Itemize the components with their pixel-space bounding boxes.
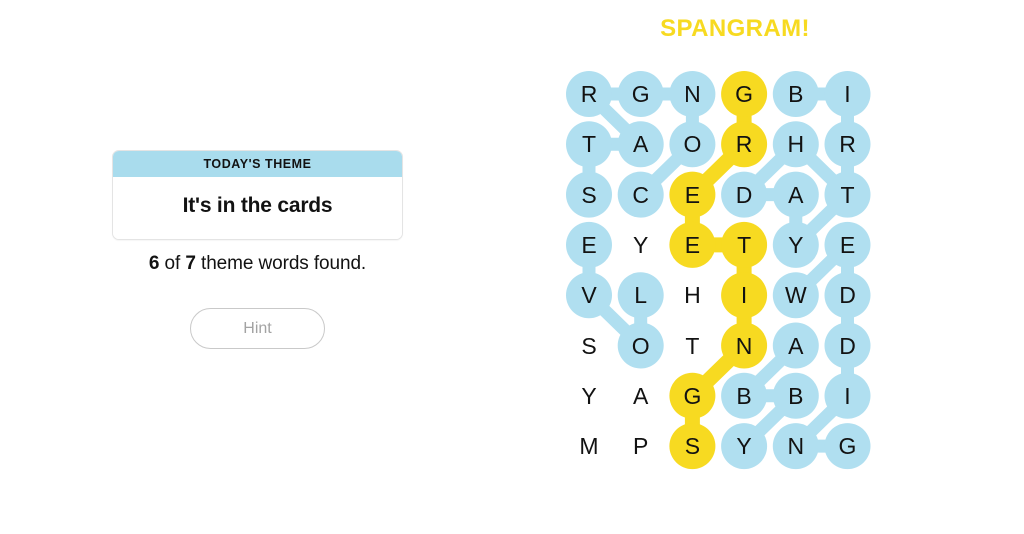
left-info-panel: TODAY'S THEME It's in the cards 6 of 7 t… [0,0,515,534]
grid-cell-r4-c1[interactable]: E [563,219,615,271]
grid-cell-r3-c5[interactable]: A [770,169,822,221]
grid-cell-r1-c2[interactable]: G [615,68,667,120]
grid-cell-r8-c2[interactable]: P [615,420,667,472]
theme-text: It's in the cards [182,194,333,217]
hint-button[interactable]: Hint [190,308,325,349]
grid-cell-r1-c6[interactable]: I [822,68,874,120]
grid-cell-r4-c4[interactable]: T [718,219,770,271]
grid-cell-r2-c3[interactable]: O [666,118,718,170]
letter-grid[interactable]: RGNGBITAORHRSCEDATEYETYEVLHIWDSOTNADYAGB… [559,60,879,475]
grid-cell-r1-c5[interactable]: B [770,68,822,120]
grid-cell-r6-c1[interactable]: S [563,320,615,372]
theme-words-progress: 6 of 7 theme words found. [112,253,403,275]
grid-cell-r6-c3[interactable]: T [666,320,718,372]
progress-connector: of [159,253,186,274]
progress-suffix: theme words found. [195,253,367,274]
grid-cell-r6-c4[interactable]: N [718,320,770,372]
grid-cell-r2-c1[interactable]: T [563,118,615,170]
grid-cell-r5-c2[interactable]: L [615,269,667,321]
theme-card-header-label: TODAY'S THEME [113,151,402,177]
grid-cell-r8-c4[interactable]: Y [718,420,770,472]
grid-cell-r8-c6[interactable]: G [822,420,874,472]
grid-cell-r2-c5[interactable]: H [770,118,822,170]
grid-cell-r5-c5[interactable]: W [770,269,822,321]
todays-theme-card: TODAY'S THEME It's in the cards [112,150,403,240]
grid-cell-r7-c3[interactable]: G [666,370,718,422]
grid-cell-r7-c2[interactable]: A [615,370,667,422]
grid-cell-r5-c6[interactable]: D [822,269,874,321]
grid-cell-r6-c6[interactable]: D [822,320,874,372]
grid-cell-r7-c4[interactable]: B [718,370,770,422]
grid-cell-r5-c4[interactable]: I [718,269,770,321]
theme-card-body: It's in the cards [113,177,402,239]
grid-cell-r8-c1[interactable]: M [563,420,615,472]
grid-cell-r2-c2[interactable]: A [615,118,667,170]
grid-cell-r4-c6[interactable]: E [822,219,874,271]
found-count: 6 [148,253,160,274]
grid-cell-r3-c4[interactable]: D [718,169,770,221]
grid-cell-r4-c2[interactable]: Y [615,219,667,271]
grid-cell-r7-c6[interactable]: I [822,370,874,422]
grid-cell-r4-c5[interactable]: Y [770,219,822,271]
grid-cell-r1-c3[interactable]: N [666,68,718,120]
grid-cell-r3-c3[interactable]: E [666,169,718,221]
grid-cell-r5-c1[interactable]: V [563,269,615,321]
grid-cell-r7-c5[interactable]: B [770,370,822,422]
grid-cell-r6-c5[interactable]: A [770,320,822,372]
grid-cell-r5-c3[interactable]: H [666,269,718,321]
grid-cell-r8-c3[interactable]: S [666,420,718,472]
board-panel: SPANGRAM! RGNGBITAORHRSCEDATEYETYEVLHIWD… [515,0,1024,534]
grid-cell-r2-c6[interactable]: R [822,118,874,170]
grid-cell-r1-c1[interactable]: R [563,68,615,120]
grid-cell-r3-c1[interactable]: S [563,169,615,221]
grid-cell-r6-c2[interactable]: O [615,320,667,372]
grid-cell-r7-c1[interactable]: Y [563,370,615,422]
grid-cell-r1-c4[interactable]: G [718,68,770,120]
grid-cell-r2-c4[interactable]: R [718,118,770,170]
spangram-banner: SPANGRAM! [660,15,810,42]
strands-game-page: TODAY'S THEME It's in the cards 6 of 7 t… [0,0,1024,534]
grid-cell-r3-c2[interactable]: C [615,169,667,221]
grid-cell-r4-c3[interactable]: E [666,219,718,271]
total-count: 7 [185,253,196,274]
grid-cell-r3-c6[interactable]: T [822,169,874,221]
grid-cell-r8-c5[interactable]: N [770,420,822,472]
